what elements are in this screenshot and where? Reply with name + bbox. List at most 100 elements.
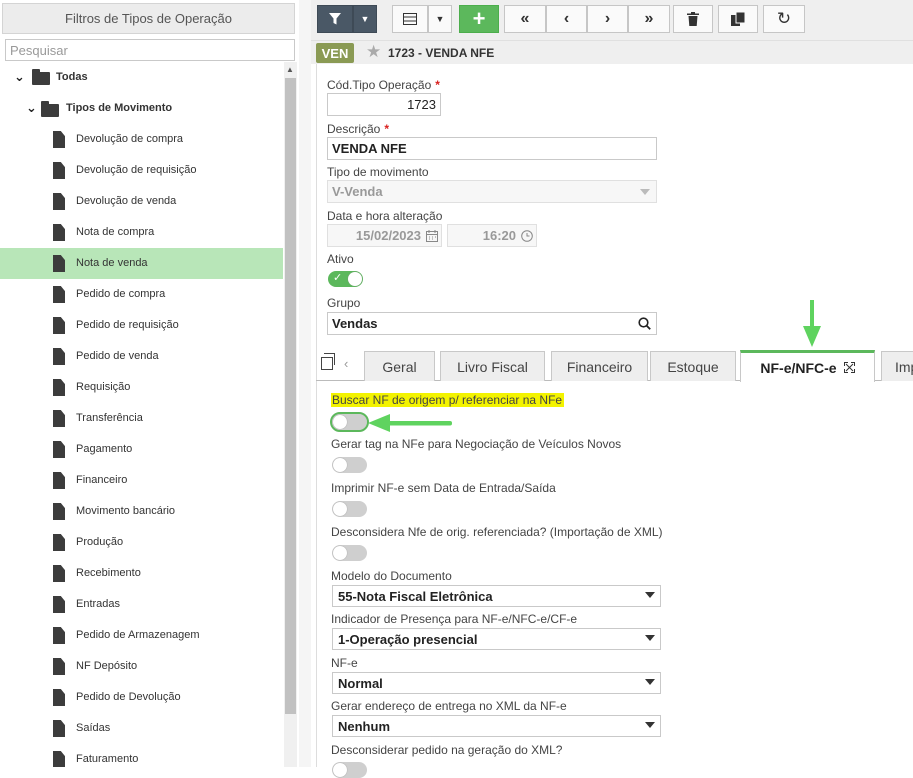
- tab-nfe-label: NF-e/NFC-e: [760, 359, 837, 376]
- tree-item[interactable]: Entradas: [0, 589, 283, 620]
- file-icon: [53, 379, 65, 396]
- clock-icon: [521, 230, 533, 242]
- tree-item[interactable]: Devolução de venda: [0, 186, 283, 217]
- file-icon: [53, 193, 65, 210]
- sidebar-scrollbar[interactable]: ▲: [284, 62, 297, 767]
- record-title-bar: VEN ★ 1723 - VENDA NFE: [311, 40, 913, 64]
- chevron-down-icon[interactable]: ⌄: [14, 69, 26, 84]
- desconsidera-toggle[interactable]: [332, 545, 367, 561]
- caret-down-icon: [645, 679, 655, 685]
- grid-icon: [403, 13, 417, 25]
- indicador-presenca-select[interactable]: 1-Operação presencial: [332, 628, 661, 650]
- tree-item-label: Nota de venda: [76, 257, 148, 269]
- caret-down-icon: [645, 592, 655, 598]
- tab-impostos[interactable]: Imp: [881, 351, 913, 381]
- nfe-select[interactable]: Normal: [332, 672, 661, 694]
- next-record-button[interactable]: ›: [587, 5, 628, 33]
- tree-item[interactable]: Requisição: [0, 372, 283, 403]
- operation-type-badge: VEN: [316, 43, 354, 63]
- data-alteracao-label: Data e hora alteração: [327, 209, 443, 223]
- last-record-button[interactable]: »: [628, 5, 670, 33]
- tab-geral[interactable]: Geral: [364, 351, 435, 381]
- tree-item-label: Recebimento: [76, 567, 141, 579]
- previous-record-button[interactable]: ‹: [546, 5, 587, 33]
- scrollbar-thumb[interactable]: [285, 78, 296, 714]
- tab-estoque[interactable]: Estoque: [650, 351, 736, 381]
- operation-tree: ⌄ Todas ⌄ Tipos de Movimento Devolução d…: [0, 62, 283, 767]
- tree-item-label: Pagamento: [76, 443, 133, 455]
- grid-dropdown-button[interactable]: ▼: [428, 5, 452, 33]
- chevron-down-icon[interactable]: ⌄: [26, 100, 38, 115]
- delete-button[interactable]: [673, 5, 713, 33]
- chevron-left-icon: ‹: [563, 10, 570, 27]
- tab-nfe-nfce[interactable]: NF-e/NFC-e: [740, 350, 875, 382]
- tree-item[interactable]: NF Depósito: [0, 651, 283, 682]
- tab-livro-fiscal[interactable]: Livro Fiscal: [440, 351, 545, 381]
- first-record-button[interactable]: «: [504, 5, 546, 33]
- chevron-left-icon[interactable]: ‹: [344, 356, 348, 371]
- filter-button[interactable]: [317, 5, 353, 33]
- tipo-movimento-label: Tipo de movimento: [327, 165, 429, 179]
- calendar-icon: [426, 230, 438, 242]
- add-button[interactable]: +: [459, 5, 499, 33]
- tree-item[interactable]: Devolução de compra: [0, 124, 283, 155]
- star-icon[interactable]: ★: [366, 42, 381, 62]
- cod-tipo-operacao-field[interactable]: 1723: [327, 93, 441, 116]
- tree-item[interactable]: Saídas: [0, 713, 283, 744]
- tree-item[interactable]: Pedido de Armazenagem: [0, 620, 283, 651]
- panel-divider[interactable]: [299, 0, 311, 767]
- desconsiderar-pedido-label: Desconsiderar pedido na geração do XML?: [331, 743, 563, 757]
- tree-item[interactable]: Produção: [0, 527, 283, 558]
- tree-item[interactable]: Financeiro: [0, 465, 283, 496]
- filter-dropdown-button[interactable]: ▼: [353, 5, 377, 33]
- tree-node-tipos-movimento[interactable]: ⌄ Tipos de Movimento: [0, 93, 283, 124]
- folder-settings-icon: [32, 69, 50, 85]
- tree-item[interactable]: Faturamento: [0, 744, 283, 767]
- search-input[interactable]: [5, 39, 295, 61]
- tree-item[interactable]: Devolução de requisição: [0, 155, 283, 186]
- tipo-movimento-select: V-Venda: [327, 180, 657, 203]
- tree-item[interactable]: Nota de venda: [0, 248, 283, 279]
- tree-item[interactable]: Transferência: [0, 403, 283, 434]
- ativo-toggle[interactable]: ✓: [328, 271, 363, 287]
- tree-item[interactable]: Movimento bancário: [0, 496, 283, 527]
- copy-icon[interactable]: [321, 353, 335, 370]
- duplicate-button[interactable]: [718, 5, 758, 33]
- modelo-documento-select[interactable]: 55-Nota Fiscal Eletrônica: [332, 585, 661, 607]
- tab-strip: ‹ Geral Livro Fiscal Financeiro Estoque …: [316, 349, 913, 382]
- file-icon: [53, 720, 65, 737]
- gerar-tag-toggle[interactable]: [332, 457, 367, 473]
- file-icon: [53, 410, 65, 427]
- grid-view-button[interactable]: [392, 5, 428, 33]
- grupo-label: Grupo: [327, 296, 361, 310]
- search-icon[interactable]: [638, 317, 651, 330]
- tree-item[interactable]: Pagamento: [0, 434, 283, 465]
- refresh-button[interactable]: ↻: [763, 5, 805, 33]
- tree-item[interactable]: Pedido de venda: [0, 341, 283, 372]
- descricao-field[interactable]: VENDA NFE: [327, 137, 657, 160]
- scroll-up-icon[interactable]: ▲: [286, 65, 294, 74]
- grupo-field[interactable]: Vendas: [327, 312, 657, 335]
- expand-icon[interactable]: [843, 362, 855, 373]
- tree-item[interactable]: Pedido de compra: [0, 279, 283, 310]
- tree-item-label: Saídas: [76, 722, 111, 734]
- tree-item[interactable]: Pedido de requisição: [0, 310, 283, 341]
- tree-item[interactable]: Pedido de Devolução: [0, 682, 283, 713]
- tree-item-label: Entradas: [76, 598, 121, 610]
- buscar-nf-toggle[interactable]: [330, 412, 369, 432]
- caret-down-icon: [645, 635, 655, 641]
- tab-financeiro[interactable]: Financeiro: [551, 351, 648, 381]
- tree-node-todas[interactable]: ⌄ Todas: [0, 62, 283, 93]
- file-icon: [53, 255, 65, 272]
- imprimir-toggle[interactable]: [332, 501, 367, 517]
- tree-item[interactable]: Recebimento: [0, 558, 283, 589]
- caret-down-icon: [645, 722, 655, 728]
- gerar-tag-label: Gerar tag na NFe para Negociação de Veíc…: [331, 437, 622, 451]
- tree-item-label: Pedido de requisição: [76, 319, 179, 331]
- trash-icon: [687, 12, 699, 26]
- desconsiderar-pedido-toggle[interactable]: [332, 762, 367, 778]
- check-icon: ✓: [333, 272, 343, 284]
- tree-item[interactable]: Nota de compra: [0, 217, 283, 248]
- endereco-entrega-select[interactable]: Nenhum: [332, 715, 661, 737]
- tree-item-label: Pedido de Armazenagem: [76, 629, 200, 641]
